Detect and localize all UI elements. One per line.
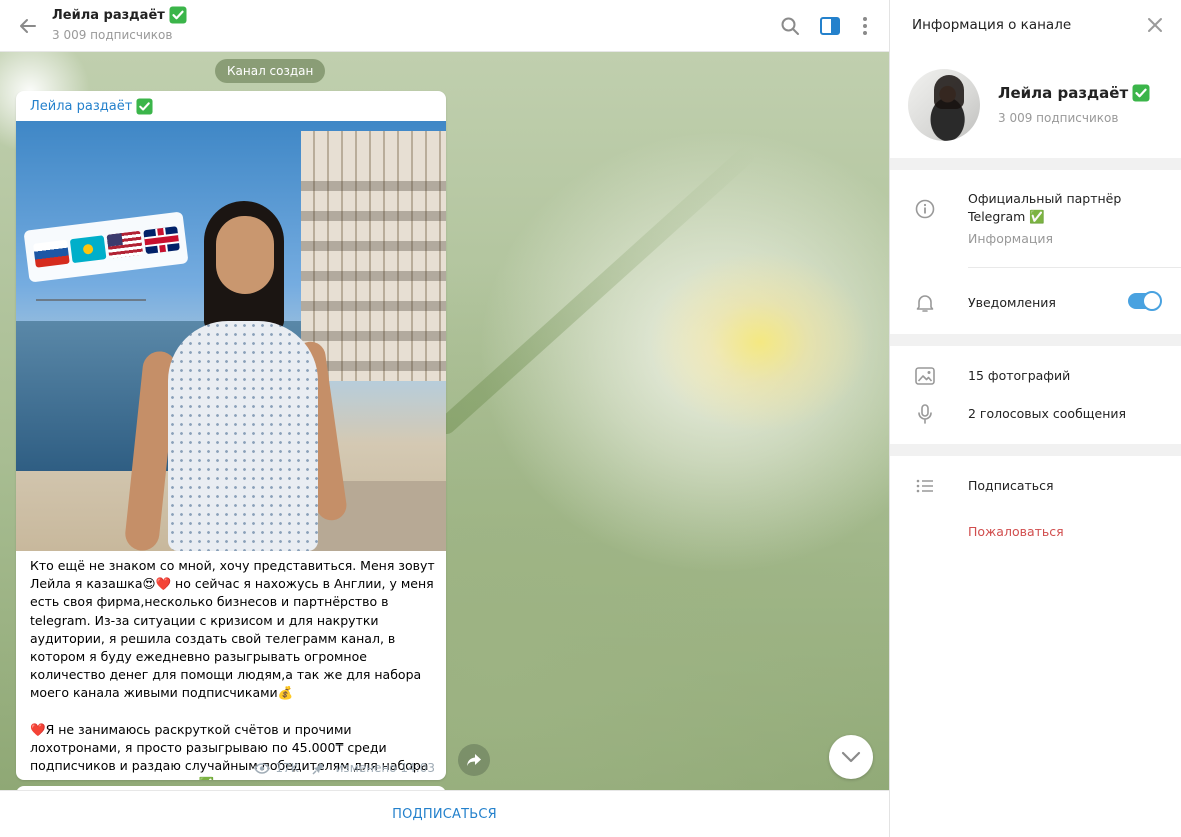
post-edited-time: изменено 14:03 <box>335 761 435 775</box>
media-section: 15 фотографий 2 голосовых сообщения <box>890 346 1181 444</box>
close-icon[interactable] <box>1144 14 1166 36</box>
channel-description-label: Информация <box>968 231 1054 246</box>
pin-icon <box>312 762 325 775</box>
report-action[interactable]: Пожаловаться <box>968 523 1064 541</box>
sidebar-toggle-icon[interactable] <box>816 12 844 40</box>
post-views: 17K <box>275 761 299 775</box>
channel-description: Официальный партнёр Telegram ✅ <box>968 191 1122 224</box>
media-voice-link[interactable]: 2 голосовых сообщения <box>968 405 1126 423</box>
verified-check-icon <box>169 6 187 24</box>
chat-subscriber-count: 3 009 подписчиков <box>52 28 173 42</box>
profile-name-text: Лейла раздаёт <box>998 84 1129 102</box>
join-channel-button[interactable]: ПОДПИСАТЬСЯ <box>392 807 497 822</box>
wallpaper-flower-stem <box>433 143 759 438</box>
divider <box>968 267 1181 268</box>
notifications-toggle[interactable] <box>1128 291 1162 311</box>
eye-icon <box>254 762 271 774</box>
details-section: Официальный партнёр Telegram ✅ Информаци… <box>890 170 1181 334</box>
chat-title[interactable]: Лейла раздаёт <box>52 6 187 24</box>
chevron-down-icon[interactable] <box>829 735 873 779</box>
share-icon[interactable] <box>458 744 490 776</box>
info-header: Информация о канале <box>890 0 1181 52</box>
verified-check-icon <box>136 98 153 115</box>
service-message-channel-created: Канал создан <box>215 59 326 83</box>
bell-icon <box>914 292 936 314</box>
list-icon <box>914 475 936 497</box>
uk-flag-icon <box>142 226 180 255</box>
photo-building-windows <box>301 181 446 371</box>
back-arrow-icon[interactable] <box>14 12 42 40</box>
channel-post[interactable]: Лейла раздаёт Кто ещё не знаком со мной,… <box>16 91 446 780</box>
profile-section: Лейла раздаёт 3 009 подписчиков <box>890 52 1181 158</box>
post-author-name: Лейла раздаёт <box>30 99 133 114</box>
post-author[interactable]: Лейла раздаёт <box>30 98 153 115</box>
post-text: Кто ещё не знаком со мной, хочу представ… <box>30 558 435 780</box>
photo-bridge <box>36 299 146 329</box>
actions-section: Подписаться Пожаловаться <box>890 456 1181 837</box>
chat-title-text: Лейла раздаёт <box>52 7 165 23</box>
post-meta: 17K изменено 14:03 <box>254 761 435 775</box>
photo-icon <box>914 365 936 387</box>
russia-flag-icon <box>32 239 70 268</box>
channel-info-panel: Информация о канале Лейла раздаёт 3 009 … <box>889 0 1181 837</box>
profile-subscriber-count: 3 009 подписчиков <box>998 111 1119 125</box>
photo-flags-sticker <box>23 211 189 283</box>
more-vertical-icon[interactable] <box>851 12 879 40</box>
photo-person-dress <box>168 321 318 551</box>
search-icon[interactable] <box>776 12 804 40</box>
photo-person-face <box>216 216 274 294</box>
media-photos-link[interactable]: 15 фотографий <box>968 367 1070 385</box>
info-icon <box>914 198 936 220</box>
microphone-icon <box>914 403 936 425</box>
chat-header[interactable]: Лейла раздаёт 3 009 подписчиков <box>0 0 889 52</box>
profile-name: Лейла раздаёт <box>998 84 1150 102</box>
verified-check-icon <box>1132 84 1150 102</box>
avatar[interactable] <box>908 69 980 141</box>
notifications-label: Уведомления <box>968 295 1056 310</box>
subscribe-action[interactable]: Подписаться <box>968 477 1054 495</box>
kazakhstan-flag-icon <box>69 235 106 264</box>
join-bar: ПОДПИСАТЬСЯ <box>0 790 889 837</box>
post-photo[interactable] <box>16 121 446 551</box>
chat-panel: Лейла раздаёт 3 009 подписчиков Канал со… <box>0 0 889 837</box>
usa-flag-icon <box>106 230 143 259</box>
info-panel-title: Информация о канале <box>912 17 1072 33</box>
